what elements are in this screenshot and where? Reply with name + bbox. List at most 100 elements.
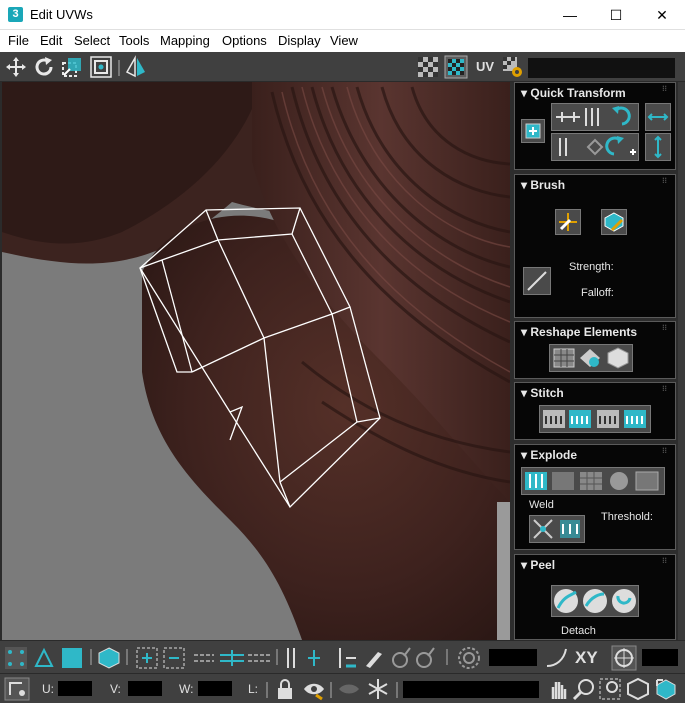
uv-viewport[interactable] [2, 82, 510, 640]
minimize-button[interactable]: — [547, 0, 593, 30]
falloff-curve-button[interactable] [523, 267, 551, 295]
grip-icon[interactable]: ⁝⁝ [662, 177, 670, 187]
checker-icon[interactable] [416, 55, 440, 79]
grip-icon[interactable]: ⁝⁝ [662, 385, 670, 395]
brush-relax-button[interactable] [601, 209, 627, 235]
peel-buttons[interactable] [551, 585, 639, 617]
w-value-field[interactable] [198, 681, 232, 696]
menu-select[interactable]: Select [74, 33, 110, 48]
title-bar: 3 Edit UVWs — ☐ ✕ [0, 0, 685, 30]
brush-relax-icon [604, 212, 624, 232]
checker-pattern-icon[interactable] [444, 55, 468, 79]
point-to-point-icons[interactable] [282, 646, 362, 670]
rotate-icon[interactable] [32, 55, 56, 79]
snap-settings-icon[interactable] [611, 645, 637, 671]
brush-move-button[interactable] [555, 209, 581, 235]
grip-icon[interactable]: ⁝⁝ [662, 447, 670, 457]
menu-view[interactable]: View [330, 33, 358, 48]
mirror-icon[interactable] [124, 55, 148, 79]
rollout-title-brush[interactable]: ▾ Brush [521, 178, 565, 192]
explode-buttons[interactable] [521, 467, 665, 495]
grip-icon[interactable]: ⁝⁝ [662, 85, 670, 95]
visibility-icon[interactable] [337, 677, 361, 701]
freeform-icon[interactable] [89, 55, 113, 79]
menu-bar: File Edit Select Tools Mapping Options D… [0, 30, 685, 52]
zoom-extents-icon[interactable] [626, 677, 650, 701]
move-icon[interactable] [4, 55, 28, 79]
menu-file[interactable]: File [8, 33, 29, 48]
space-horizontal-button[interactable] [645, 103, 671, 131]
rollout-quick-transform: ▾ Quick Transform ⁝⁝ [514, 82, 676, 170]
v-label: V: [110, 682, 121, 696]
v-value-field[interactable] [128, 681, 162, 696]
snap-value-field[interactable] [642, 649, 678, 666]
lock-icon[interactable] [274, 677, 296, 701]
soft-selection-icon[interactable] [456, 646, 482, 670]
rollout-title-explode[interactable]: ▾ Explode [521, 448, 577, 462]
toolbar-separator [446, 649, 448, 665]
toolbar-separator [118, 60, 120, 76]
explode-icons [525, 471, 659, 491]
uv-label[interactable]: UV [476, 59, 494, 74]
settings-icon[interactable] [501, 55, 525, 79]
loop-ring-icons[interactable] [192, 646, 272, 670]
grip-icon[interactable]: ⁝⁝ [662, 324, 670, 334]
menu-edit[interactable]: Edit [40, 33, 62, 48]
strength-label: Strength: [569, 261, 614, 273]
zoom-icon[interactable] [572, 677, 596, 701]
rollout-reshape-elements: ▾ Reshape Elements ⁝⁝ [514, 321, 676, 379]
weld-buttons[interactable] [529, 515, 585, 543]
rollout-title-reshape[interactable]: ▾ Reshape Elements [521, 325, 637, 339]
bottom-toolbar-1: XY [0, 640, 685, 673]
menu-display[interactable]: Display [278, 33, 321, 48]
space-vertical-button[interactable] [645, 133, 671, 161]
falloff-type-icon[interactable] [544, 646, 570, 670]
falloff-label: Falloff: [581, 287, 614, 299]
toolbar-separator [330, 682, 332, 698]
rollout-title-peel[interactable]: ▾ Peel [521, 558, 555, 572]
panel-scrollbar[interactable] [678, 82, 685, 640]
zoom-selected-icon[interactable] [654, 677, 680, 701]
maximize-button[interactable]: ☐ [593, 0, 639, 30]
selection-info-field[interactable] [403, 681, 539, 698]
brush-size-icons[interactable] [388, 646, 438, 670]
top-toolbar: UV [0, 52, 685, 82]
zoom-region-icon[interactable] [598, 677, 622, 701]
viewport-canvas[interactable] [2, 82, 510, 640]
space-horizontal-icon [647, 113, 669, 121]
align-center-button[interactable] [521, 119, 545, 143]
menu-mapping[interactable]: Mapping [160, 33, 210, 48]
reshape-icons [553, 347, 629, 369]
hide-icon[interactable] [302, 677, 326, 701]
falloff-value-field[interactable] [489, 649, 537, 666]
app-icon: 3 [8, 7, 23, 22]
stitch-buttons[interactable] [539, 405, 651, 433]
u-value-field[interactable] [58, 681, 92, 696]
reshape-buttons[interactable] [549, 344, 633, 372]
close-button[interactable]: ✕ [639, 0, 685, 30]
menu-options[interactable]: Options [222, 33, 267, 48]
select-element-icon[interactable] [97, 646, 121, 670]
grip-icon[interactable]: ⁝⁝ [662, 557, 670, 567]
bottom-toolbar-2: U: V: W: L: [0, 673, 685, 703]
select-face-icon[interactable] [60, 646, 84, 670]
toolbar-separator [266, 682, 268, 698]
toolbar-separator [276, 649, 278, 665]
select-edge-icon[interactable] [32, 646, 56, 670]
paint-select-icon[interactable] [362, 646, 386, 670]
scale-icon[interactable] [60, 55, 84, 79]
menu-tools[interactable]: Tools [119, 33, 149, 48]
freeze-icon[interactable] [366, 677, 390, 701]
toolbar-value-field[interactable] [528, 58, 675, 78]
align-row-2[interactable] [551, 133, 639, 161]
shrink-selection-icon[interactable] [162, 646, 186, 670]
pan-mode-icon[interactable] [4, 677, 30, 701]
pan-hand-icon[interactable] [546, 677, 570, 701]
rollout-title-quick-transform[interactable]: ▾ Quick Transform [521, 86, 626, 100]
grow-selection-icon[interactable] [135, 646, 159, 670]
align-row-1[interactable] [551, 103, 639, 131]
rollout-stitch: ▾ Stitch ⁝⁝ [514, 382, 676, 440]
rollout-title-stitch[interactable]: ▾ Stitch [521, 386, 564, 400]
select-vertex-icon[interactable] [4, 646, 28, 670]
xy-axis-button[interactable]: XY [575, 648, 598, 668]
